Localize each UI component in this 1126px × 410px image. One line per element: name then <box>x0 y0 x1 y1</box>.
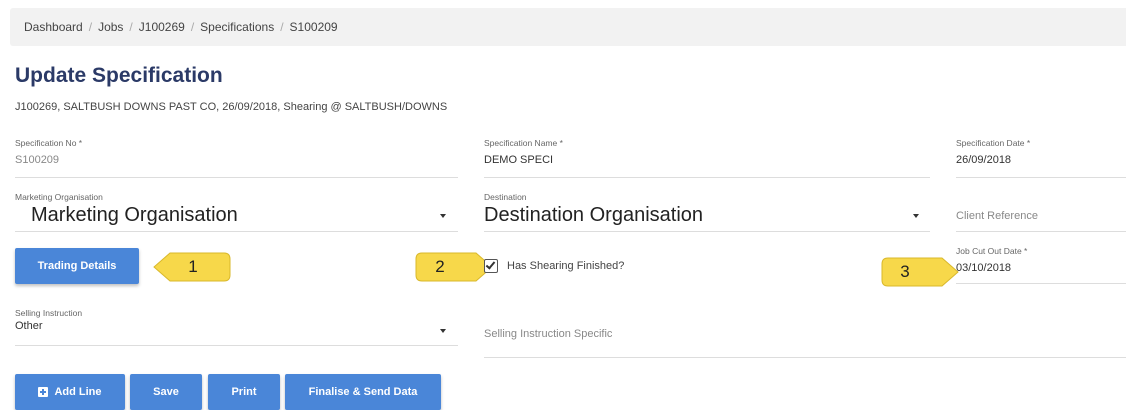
finalise-send-button[interactable]: Finalise & Send Data <box>285 374 441 410</box>
shearing-finished-checkbox[interactable] <box>484 259 498 273</box>
spec-name-label: Specification Name * <box>484 138 563 148</box>
chevron-down-icon <box>913 214 919 218</box>
selling-instruction-select[interactable]: Selling Instruction Other <box>15 308 458 346</box>
breadcrumb-jobs[interactable]: Jobs <box>98 20 123 34</box>
check-icon <box>485 259 496 270</box>
spec-date-label: Specification Date * <box>956 138 1031 148</box>
save-button[interactable]: Save <box>130 374 202 410</box>
callout-2-number: 2 <box>435 257 445 276</box>
breadcrumb: Dashboard / Jobs / J100269 / Specificati… <box>10 8 1126 46</box>
breadcrumb-specifications[interactable]: Specifications <box>200 20 274 34</box>
spec-name-field[interactable]: Specification Name * DEMO SPECI <box>484 138 930 178</box>
spec-date-field[interactable]: Specification Date * 26/09/2018 <box>956 138 1126 178</box>
trading-details-button[interactable]: Trading Details <box>15 248 139 284</box>
destination-label: Destination <box>484 192 527 202</box>
selling-instruction-value: Other <box>15 320 43 332</box>
destination-value: Destination Organisation <box>484 204 704 226</box>
page-title: Update Specification <box>15 64 223 87</box>
client-reference-field[interactable]: Client Reference <box>956 192 1126 232</box>
print-button[interactable]: Print <box>208 374 280 410</box>
add-line-button[interactable]: Add Line <box>15 374 125 410</box>
breadcrumb-current: S100209 <box>289 20 338 34</box>
breadcrumb-separator: / <box>190 20 195 34</box>
breadcrumb-separator: / <box>280 20 284 34</box>
spec-no-field[interactable]: Specification No * S100209 <box>15 138 458 178</box>
job-cut-out-date-field[interactable]: Job Cut Out Date * 03/10/2018 <box>956 246 1126 284</box>
callout-1-number: 1 <box>188 257 198 276</box>
spec-name-value: DEMO SPECI <box>484 154 554 166</box>
breadcrumb-separator: / <box>129 20 133 34</box>
destination-select[interactable]: Destination Destination Organisation <box>484 192 930 232</box>
spec-date-value: 26/09/2018 <box>956 154 1012 166</box>
add-line-label: Add Line <box>54 386 102 398</box>
selling-instruction-specific-placeholder: Selling Instruction Specific <box>484 328 613 340</box>
job-cut-out-date-label: Job Cut Out Date * <box>956 246 1028 256</box>
chevron-down-icon <box>440 214 446 218</box>
selling-instruction-specific-field[interactable]: Selling Instruction Specific <box>484 308 1126 358</box>
chevron-down-icon <box>440 329 446 333</box>
page-subtitle: J100269, SALTBUSH DOWNS PAST CO, 26/09/2… <box>15 101 448 113</box>
selling-instruction-label: Selling Instruction <box>15 308 83 318</box>
spec-no-value: S100209 <box>15 154 60 166</box>
callout-3-number: 3 <box>900 262 910 281</box>
breadcrumb-job[interactable]: J100269 <box>139 20 185 34</box>
marketing-org-label: Marketing Organisation <box>15 192 103 202</box>
marketing-org-select[interactable]: Marketing Organisation Marketing Organis… <box>15 192 458 232</box>
plus-icon <box>38 387 49 397</box>
breadcrumb-dashboard[interactable]: Dashboard <box>24 20 83 34</box>
spec-no-label: Specification No * <box>15 138 83 148</box>
breadcrumb-separator: / <box>88 20 93 34</box>
marketing-org-value: Marketing Organisation <box>31 204 238 226</box>
client-reference-placeholder: Client Reference <box>956 210 1038 222</box>
shearing-finished-label[interactable]: Has Shearing Finished? <box>507 260 624 272</box>
job-cut-out-date-value: 03/10/2018 <box>956 262 1012 274</box>
